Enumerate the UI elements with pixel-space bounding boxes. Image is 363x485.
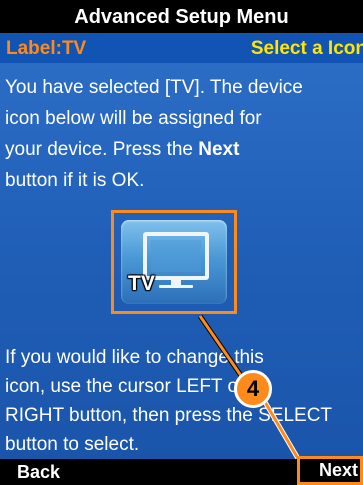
next-softkey[interactable]: Next	[297, 456, 363, 485]
step-number-badge: 4	[234, 370, 272, 408]
callout-pointer	[197, 314, 303, 464]
back-softkey[interactable]: Back	[17, 462, 60, 483]
next-softkey-label: Next	[318, 460, 358, 480]
